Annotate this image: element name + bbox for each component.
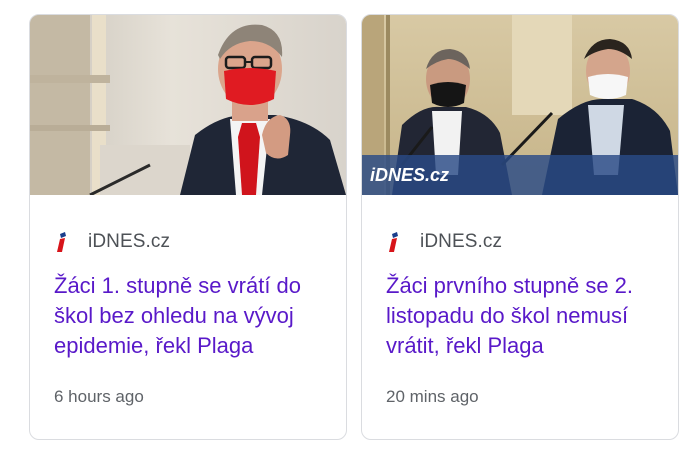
news-card-1[interactable]: iDNES.cz Žáci 1. stupně se vrátí do škol…	[29, 14, 347, 440]
news-source-name: iDNES.cz	[88, 231, 171, 252]
news-source: iDNES.cz	[386, 231, 502, 253]
idnes-favicon-icon	[57, 232, 66, 252]
idnes-watermark: iDNES.cz	[370, 165, 449, 185]
news-photo-minister-red-mask	[30, 15, 346, 195]
news-timestamp: 20 mins ago	[386, 387, 479, 406]
news-card-2[interactable]: iDNES.cz iDNES.cz Žáci prvního stupně se…	[361, 14, 679, 440]
news-source-name: iDNES.cz	[420, 231, 503, 252]
news-photo-press-conference: iDNES.cz	[362, 15, 678, 195]
news-thumbnail[interactable]	[30, 15, 346, 195]
idnes-favicon-icon	[389, 232, 398, 252]
news-headline[interactable]: Žáci 1. stupně se vrátí do škol bez ohle…	[54, 271, 336, 361]
news-thumbnail[interactable]: iDNES.cz	[362, 15, 678, 195]
news-timestamp: 6 hours ago	[54, 387, 144, 406]
news-source: iDNES.cz	[54, 231, 170, 253]
news-headline[interactable]: Žáci prvního stupně se 2. listopadu do š…	[386, 271, 668, 361]
